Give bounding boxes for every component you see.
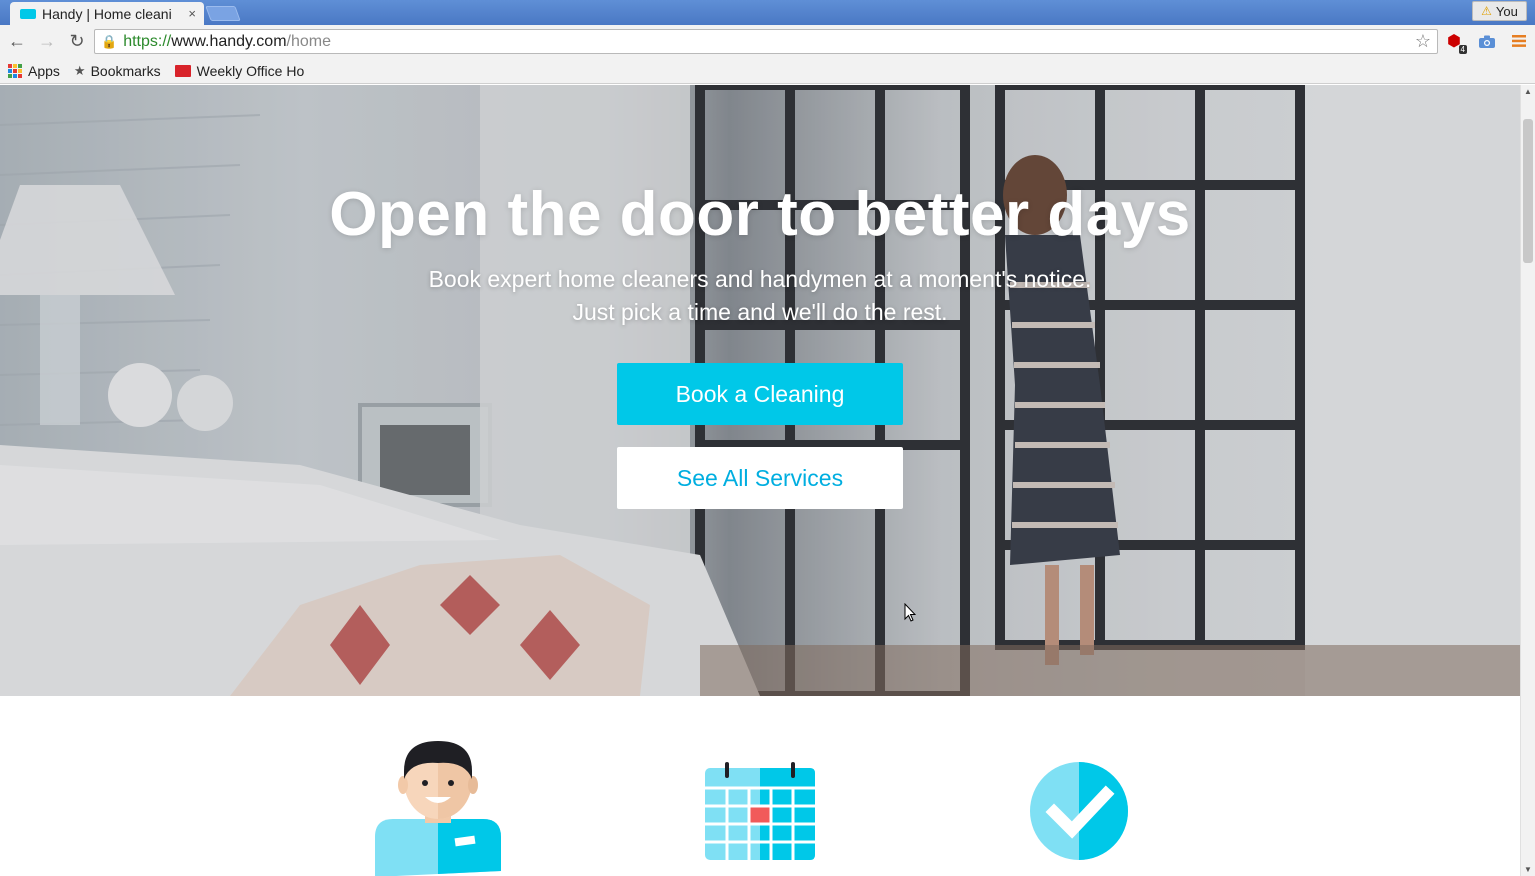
see-all-services-button[interactable]: See All Services xyxy=(617,447,903,509)
tab-close-icon[interactable]: × xyxy=(188,6,196,21)
scrollbar-thumb[interactable] xyxy=(1523,119,1533,263)
adblock-extension-icon[interactable]: ⬢ 4 xyxy=(1443,30,1467,54)
hero-subtitle-line-2: Just pick a time and we'll do the rest. xyxy=(572,299,948,326)
bookmark-bookmarks[interactable]: ★ Bookmarks xyxy=(74,63,161,79)
url-host: www.handy.com xyxy=(171,32,287,50)
reload-icon[interactable]: ↻ xyxy=(64,29,90,55)
bookmark-bookmarks-label: Bookmarks xyxy=(90,62,161,79)
new-tab-button[interactable] xyxy=(205,6,241,21)
hero-section: Open the door to better days Book expert… xyxy=(0,85,1520,696)
browser-tabstrip: Handy | Home cleani × ⚠ You xyxy=(0,0,1535,25)
features-section xyxy=(0,696,1520,876)
hero-subtitle-line-1: Book expert home cleaners and handymen a… xyxy=(428,266,1092,293)
page-scrollbar[interactable]: ▲ ▼ xyxy=(1520,85,1535,876)
weekly-favicon-icon xyxy=(174,64,191,77)
bookmark-star-icon[interactable]: ☆ xyxy=(1415,31,1431,52)
star-icon: ★ xyxy=(73,62,86,78)
mouse-cursor-icon xyxy=(904,603,916,622)
hero-subtitle: Book expert home cleaners and handymen a… xyxy=(0,263,1520,329)
scroll-up-icon[interactable]: ▲ xyxy=(1524,87,1532,96)
browser-toolbar: ← → ↻ 🔒 https:// www.handy.com /home ☆ ⬢… xyxy=(0,25,1535,58)
hero-title: Open the door to better days xyxy=(329,180,1191,249)
warning-icon: ⚠ xyxy=(1481,4,1492,18)
hero-content: Open the door to better days Book expert… xyxy=(0,180,1520,329)
url-scheme: https:// xyxy=(123,32,172,50)
forward-arrow-icon[interactable]: → xyxy=(34,29,60,55)
handy-favicon-icon xyxy=(20,8,36,19)
checkmark-icon xyxy=(1030,762,1128,860)
scroll-down-icon[interactable]: ▼ xyxy=(1524,865,1532,874)
url-path: /home xyxy=(286,32,331,50)
address-bar[interactable]: 🔒 https:// www.handy.com /home ☆ xyxy=(94,29,1438,54)
lock-icon: 🔒 xyxy=(101,33,118,49)
adblock-badge: 4 xyxy=(1458,45,1467,54)
profile-button[interactable]: ⚠ You xyxy=(1472,1,1527,21)
browser-tab-active[interactable]: Handy | Home cleani × xyxy=(10,2,204,25)
tab-title: Handy | Home cleani xyxy=(42,5,172,22)
calendar-icon xyxy=(705,762,815,860)
apps-grid-icon xyxy=(8,63,22,78)
bookmark-weekly-office[interactable]: Weekly Office Ho xyxy=(174,62,305,79)
bookmark-apps-label: Apps xyxy=(28,62,60,79)
bookmark-weekly-label: Weekly Office Ho xyxy=(196,62,305,79)
camera-extension-icon[interactable] xyxy=(1476,30,1498,52)
chrome-menu-icon[interactable] xyxy=(1508,30,1530,52)
bookmark-apps[interactable]: Apps xyxy=(8,63,60,79)
bookmarks-bar: Apps ★ Bookmarks Weekly Office Ho xyxy=(0,58,1535,84)
back-arrow-icon[interactable]: ← xyxy=(4,29,30,55)
page-viewport: Open the door to better days Book expert… xyxy=(0,85,1520,876)
book-cleaning-button[interactable]: Book a Cleaning xyxy=(617,363,903,425)
profile-label: You xyxy=(1495,3,1518,19)
professional-icon xyxy=(375,741,501,876)
